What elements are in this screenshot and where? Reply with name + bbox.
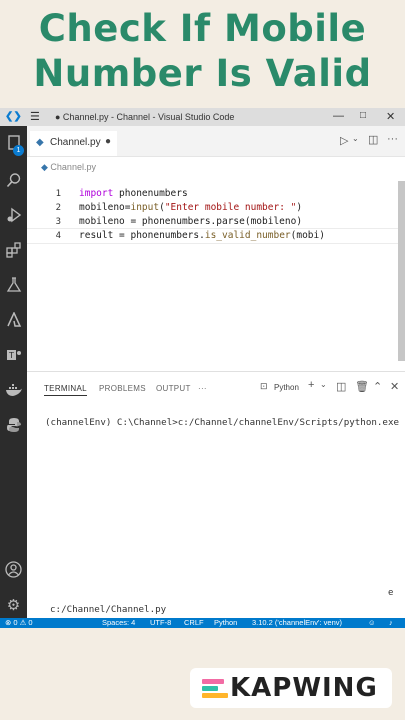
- python-file-icon: ◆: [36, 137, 44, 148]
- breadcrumb: ◆ Channel.py: [41, 162, 96, 173]
- status-encoding[interactable]: UTF-8: [150, 618, 171, 627]
- kill-terminal-icon[interactable]: 🗑: [355, 380, 369, 393]
- panel-more-icon[interactable]: ···: [198, 384, 207, 393]
- maximize-panel-icon[interactable]: ⌃: [373, 380, 382, 393]
- line-number: 3: [55, 217, 61, 227]
- settings-gear-icon[interactable]: ⚙: [3, 594, 24, 615]
- extensions-icon[interactable]: [3, 239, 24, 260]
- code-line-2[interactable]: mobileno=input("Enter mobile number: "): [79, 202, 302, 213]
- status-problems[interactable]: ⊗ 0 ⚠ 0: [5, 618, 33, 627]
- line-number: 4: [55, 231, 61, 241]
- status-bar: ⊗ 0 ⚠ 0 Spaces: 4 UTF-8 CRLF Python 3.10…: [0, 618, 405, 628]
- code-line-3[interactable]: mobileno = phonenumbers.parse(mobileno): [79, 216, 302, 227]
- kapwing-logo-bar-teal: [202, 686, 218, 691]
- search-icon[interactable]: [3, 169, 24, 190]
- headline-line-1: Check If Mobile: [38, 7, 367, 50]
- tab-output[interactable]: OUTPUT: [156, 384, 191, 393]
- tab-channel-py[interactable]: ◆ Channel.py ●: [30, 131, 117, 156]
- tab-problems[interactable]: PROBLEMS: [99, 384, 146, 393]
- line-number: 1: [55, 189, 61, 199]
- close-panel-icon[interactable]: ✕: [390, 380, 399, 393]
- explorer-badge: 1: [13, 145, 24, 156]
- video-banner: Check If Mobile Number Is Valid: [0, 0, 405, 108]
- status-interpreter[interactable]: 3.10.2 ('channelEnv': venv): [252, 618, 342, 627]
- headline-line-2: Number Is Valid: [33, 52, 372, 95]
- unsaved-dot-icon[interactable]: ●: [105, 136, 111, 147]
- testing-flask-icon[interactable]: [3, 274, 24, 295]
- terminal-output-line-2: c:/Channel/Channel.py: [50, 604, 167, 615]
- docker-icon[interactable]: [3, 379, 24, 400]
- new-terminal-icon[interactable]: +: [308, 379, 314, 391]
- terminal-line-end: e: [388, 588, 394, 598]
- run-debug-icon[interactable]: [3, 204, 24, 225]
- editor-area: ◆ Channel.py ● ▷ ⌄ ◫ ··· ◆ Channel.py 1 …: [27, 126, 405, 619]
- split-terminal-icon[interactable]: ◫: [336, 380, 346, 393]
- terminal-shell-icon: ⊡: [260, 381, 268, 391]
- status-eol[interactable]: CRLF: [184, 618, 204, 627]
- run-dropdown-chevron-icon[interactable]: ⌄: [352, 134, 359, 143]
- status-language[interactable]: Python: [214, 618, 237, 627]
- azure-icon[interactable]: [3, 309, 24, 330]
- account-icon[interactable]: [3, 559, 24, 580]
- code-line-1[interactable]: import phonenumbers: [79, 188, 188, 199]
- tab-label: Channel.py: [50, 137, 101, 148]
- kapwing-logo-text: KAPWING: [230, 673, 378, 703]
- maximize-icon[interactable]: □: [360, 110, 366, 121]
- activity-bar: 1 T ⚙: [0, 126, 27, 618]
- feedback-icon[interactable]: ☺: [368, 618, 376, 627]
- bottom-panel: TERMINAL PROBLEMS OUTPUT ··· ⊡ Python + …: [27, 371, 405, 619]
- tab-terminal[interactable]: TERMINAL: [44, 384, 87, 396]
- breadcrumb-file[interactable]: Channel.py: [50, 162, 96, 172]
- close-window-icon[interactable]: ✕: [386, 110, 395, 123]
- menu-icon[interactable]: ☰: [30, 110, 40, 123]
- kapwing-logo-bar-pink: [202, 679, 224, 684]
- vscode-logo-icon: ❮❯: [5, 111, 22, 122]
- vscode-window: ❮❯ ☰ ● Channel.py - Channel - Visual Stu…: [0, 108, 405, 628]
- run-python-file-icon[interactable]: ▷: [340, 134, 348, 147]
- teams-icon[interactable]: T: [3, 344, 24, 365]
- kapwing-logo-bar-yellow: [202, 693, 228, 698]
- window-title: ● Channel.py - Channel - Visual Studio C…: [55, 112, 235, 122]
- code-line-4[interactable]: result = phonenumbers.is_valid_number(mo…: [79, 230, 325, 241]
- title-bar: ❮❯ ☰ ● Channel.py - Channel - Visual Stu…: [0, 108, 405, 126]
- more-actions-icon[interactable]: ···: [387, 133, 398, 145]
- terminal-shell-name[interactable]: Python: [274, 383, 299, 392]
- terminal-dropdown-icon[interactable]: ⌄: [320, 380, 327, 389]
- kapwing-watermark: KAPWING: [190, 668, 392, 708]
- line-number: 2: [55, 203, 61, 213]
- split-editor-icon[interactable]: ◫: [368, 133, 378, 146]
- editor-scrollbar[interactable]: [398, 181, 405, 361]
- python-icon[interactable]: [3, 414, 24, 435]
- status-indentation[interactable]: Spaces: 4: [102, 618, 135, 627]
- breadcrumb-python-icon: ◆: [41, 162, 51, 172]
- notifications-bell-icon[interactable]: ♪: [389, 618, 393, 627]
- minimize-icon[interactable]: —: [333, 110, 344, 122]
- svg-text:T: T: [8, 351, 14, 360]
- terminal-output-line-1: (channelEnv) C:\Channel>c:/Channel/chann…: [45, 417, 400, 428]
- editor-tab-bar: ◆ Channel.py ● ▷ ⌄ ◫ ···: [27, 126, 405, 157]
